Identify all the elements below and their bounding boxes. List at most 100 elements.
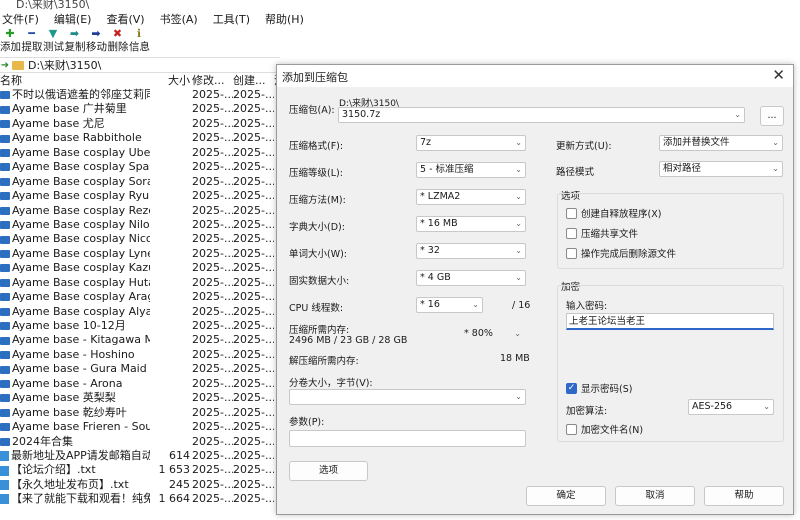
cancel-button[interactable]: 取消 xyxy=(615,486,695,506)
table-row[interactable]: Ayame Base cosplay Ryuug... 2025-...2025-… xyxy=(0,189,280,203)
column-created[interactable]: 创建... xyxy=(233,74,274,88)
table-row[interactable]: Ayame base 尤尼 2025-... 2025-... xyxy=(0,117,280,131)
shared-files-checkbox[interactable]: 压缩共享文件 xyxy=(566,226,638,240)
file-name: Ayame base - Gura Maid U... xyxy=(12,362,150,376)
mem-percent-select[interactable]: * 80% ⌄ xyxy=(460,326,525,342)
table-row[interactable]: 【永久地址发布页】.txt 245 2025-... 2025-... xyxy=(0,478,280,492)
table-row[interactable]: 不时以俄语遮羞的邻座艾莉同... 2025-...2025-... xyxy=(0,88,280,102)
window-titlebar: D:\来财\3150\ xyxy=(0,0,800,10)
table-row[interactable]: Ayame base 英梨梨 2025-... 2025-... xyxy=(0,391,280,405)
delete-after-checkbox[interactable]: 操作完成后删除源文件 xyxy=(566,246,676,260)
file-name: Ayame Base cosplay Araga ... xyxy=(12,290,150,304)
file-name-cell: Ayame Base cosplay Nicole... xyxy=(0,232,150,246)
folder-icon xyxy=(0,278,10,287)
menu-item[interactable]: 编辑(E) xyxy=(52,11,95,28)
table-row[interactable]: Ayame base Frieren - Sous... 2025-...2025… xyxy=(0,420,280,434)
table-row[interactable]: Ayame Base cosplay Sora K... 2025-...2025… xyxy=(0,175,280,189)
close-icon[interactable]: ✕ xyxy=(772,66,785,84)
solid-label: 固实数据大小: xyxy=(289,276,350,287)
ok-button[interactable]: 确定 xyxy=(526,486,606,506)
column-size[interactable]: 大小 xyxy=(150,74,192,88)
toolbar-button[interactable]: ℹ 信息 xyxy=(129,28,150,56)
table-row[interactable]: Ayame Base cosplay Nicole... 2025-...2025… xyxy=(0,232,280,246)
threads-label: CPU 线程数: xyxy=(289,303,344,314)
menu-item[interactable]: 文件(F) xyxy=(0,11,42,28)
menu-item[interactable]: 书签(A) xyxy=(158,11,201,28)
toolbar-button[interactable]: ➡ 复制 xyxy=(64,28,86,56)
toolbar-button[interactable]: ➡ 移动 xyxy=(86,28,107,56)
level-select[interactable]: 5 - 标准压缩 ⌄ xyxy=(416,162,526,178)
menu-item[interactable]: 帮助(H) xyxy=(263,11,307,28)
file-name-cell: Ayame base 乾纱寿叶 xyxy=(0,406,150,420)
toolbar-button[interactable]: ✚ 添加 xyxy=(0,28,21,56)
toolbar-button[interactable]: ▼ 测试 xyxy=(43,28,64,56)
folder-icon xyxy=(0,177,10,186)
encrypt-names-checkbox[interactable]: 加密文件名(N) xyxy=(566,422,643,436)
table-row[interactable]: Ayame base - Hoshino 2025-... 2025-... xyxy=(0,348,280,362)
menu-item[interactable]: 工具(T) xyxy=(211,11,253,28)
address-bar[interactable]: ➜ D:\来财\3150\ xyxy=(0,57,280,73)
table-row[interactable]: Ayame Base cosplay Kazusa 2025-...2025-..… xyxy=(0,261,280,275)
table-row[interactable]: Ayame base 10-12月 2025-... 2025-... xyxy=(0,319,280,333)
table-row[interactable]: Ayame base 广井菊里 2025-... 2025-... xyxy=(0,102,280,116)
encryption-method-select[interactable]: AES-256 ⌄ xyxy=(688,399,774,415)
table-row[interactable]: Ayame base - Gura Maid U... 2025-...2025-… xyxy=(0,362,280,376)
file-list: 名称 大小 修改... 创建... 注 不时以俄语遮羞的邻座艾莉同... 2025… xyxy=(0,74,280,507)
table-row[interactable]: 2024年合集 2025-... 2025-... xyxy=(0,435,280,449)
pathmode-label: 路径模式 xyxy=(556,167,595,178)
threads-select[interactable]: * 16 ⌄ xyxy=(416,297,483,313)
table-row[interactable]: Ayame Base cosplay Ubel - ... 2025-...202… xyxy=(0,146,280,160)
show-password-checkbox[interactable]: ✓ 显示密码(S) xyxy=(566,381,632,395)
table-row[interactable]: 【论坛介绍】.txt 1 653 2025-... 2025-... xyxy=(0,463,280,477)
help-button[interactable]: 帮助 xyxy=(704,486,784,506)
table-row[interactable]: Ayame base Rabbithole 2025-... 2025-... xyxy=(0,131,280,145)
file-name-cell: Ayame base - Arona xyxy=(0,377,150,391)
column-name[interactable]: 名称 xyxy=(0,74,150,88)
archive-name-combo[interactable]: 3150.7z ⌄ xyxy=(338,107,745,123)
table-row[interactable]: Ayame Base cosplay Reze -... 2025-...2025… xyxy=(0,204,280,218)
chevron-down-icon: ⌄ xyxy=(515,192,522,201)
dict-select[interactable]: * 16 MB ⌄ xyxy=(416,216,526,232)
toolbar-button[interactable]: ━ 提取 xyxy=(22,28,43,56)
browse-button[interactable]: ... xyxy=(760,106,784,126)
pathmode-select[interactable]: 相对路径 ⌄ xyxy=(659,161,783,177)
solid-select[interactable]: * 4 GB ⌄ xyxy=(416,270,526,286)
checkbox-box xyxy=(566,207,577,219)
method-select[interactable]: * LZMA2 ⌄ xyxy=(416,189,526,205)
toolbar-button-label: 复制 xyxy=(64,41,86,53)
up-arrow-icon[interactable]: ➜ xyxy=(0,60,10,71)
file-created: 2025-... xyxy=(233,362,274,376)
split-select[interactable]: ⌄ xyxy=(289,389,526,405)
table-row[interactable]: Ayame base - Kitagawa Ma... 2025-...2025-… xyxy=(0,333,280,347)
file-modified: 2025-... xyxy=(192,116,233,130)
text-file-icon xyxy=(0,465,9,476)
options-button[interactable]: 选项 xyxy=(289,461,368,481)
sfx-checkbox[interactable]: 创建自释放程序(X) xyxy=(566,206,661,220)
password-input[interactable]: 上老王论坛当老王 xyxy=(566,313,774,330)
table-row[interactable]: 最新地址及APP请发邮箱自动... 614 2025-... 2025-... xyxy=(0,449,280,463)
address-path[interactable]: D:\来财\3150\ xyxy=(28,57,101,73)
table-row[interactable]: Ayame Base cosplay Lynett... 2025-...2025… xyxy=(0,247,280,261)
word-select[interactable]: * 32 ⌄ xyxy=(416,243,526,259)
table-row[interactable]: Ayame Base cosplay Alya - ... 2025-...202… xyxy=(0,305,280,319)
column-modified[interactable]: 修改... xyxy=(192,74,233,88)
table-row[interactable]: Ayame Base cosplay Nilou ... 2025-...2025… xyxy=(0,218,280,232)
file-size xyxy=(150,348,192,362)
table-row[interactable]: 【来了就能下载和观看！纯免... 1 664 2025-... 2025-... xyxy=(0,492,280,506)
file-name-cell: Ayame Base cosplay Kazusa xyxy=(0,261,150,275)
chevron-down-icon: ⌄ xyxy=(734,110,741,119)
file-size xyxy=(150,377,192,391)
update-select[interactable]: 添加并替换文件 ⌄ xyxy=(659,135,783,151)
file-created: 2025-... xyxy=(233,477,274,491)
toolbar-button[interactable]: ✖ 删除 xyxy=(108,28,129,56)
table-row[interactable]: Ayame Base cosplay Sparkl... 2025-...2025… xyxy=(0,160,280,174)
mem-comp-value: 2496 MB / 23 GB / 28 GB xyxy=(289,335,408,346)
table-row[interactable]: Ayame base 乾纱寿叶 2025-... 2025-... xyxy=(0,406,280,420)
format-select[interactable]: 7z ⌄ xyxy=(416,135,526,151)
params-input[interactable] xyxy=(289,430,526,447)
table-row[interactable]: Ayame Base cosplay Hutao ... 2025-...2025… xyxy=(0,276,280,290)
menu-item[interactable]: 查看(V) xyxy=(104,11,147,28)
table-row[interactable]: Ayame Base cosplay Araga ... 2025-...2025… xyxy=(0,290,280,304)
file-name-cell: Ayame base 10-12月 xyxy=(0,319,150,333)
table-row[interactable]: Ayame base - Arona 2025-... 2025-... xyxy=(0,377,280,391)
